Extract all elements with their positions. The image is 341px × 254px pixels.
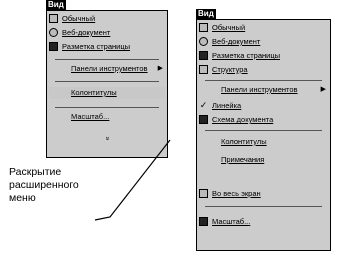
right-menu-title[interactable]: Вид bbox=[196, 9, 216, 19]
right-menu-item-fullscreen[interactable]: Во весь экран bbox=[199, 188, 328, 200]
left-menu-item-zoom[interactable]: Масштаб... bbox=[49, 111, 165, 123]
expand-menu-chevron-icon[interactable]: » bbox=[103, 137, 110, 141]
right-menu-item-ruler[interactable]: ✓ Линейка bbox=[199, 100, 328, 112]
right-menu-item-label: Веб-документ bbox=[212, 37, 261, 46]
separator bbox=[205, 80, 322, 81]
right-menu-item-structure[interactable]: Структура bbox=[199, 64, 328, 76]
left-menu-title-label: Вид bbox=[48, 0, 64, 9]
page-icon bbox=[49, 14, 58, 23]
left-menu-item-label: Разметка страницы bbox=[62, 42, 131, 51]
left-menu-title[interactable]: Вид bbox=[46, 0, 66, 10]
right-menu-item-layout[interactable]: Разметка страницы bbox=[199, 50, 328, 62]
layout-icon bbox=[199, 51, 208, 60]
right-menu-item-notes[interactable]: Примечания bbox=[199, 154, 328, 166]
page-icon bbox=[199, 23, 208, 32]
left-menu-item-label: Колонтитулы bbox=[71, 88, 117, 97]
right-menu-item-label: Примечания bbox=[221, 155, 265, 164]
right-menu-item-zoom[interactable]: Масштаб... bbox=[199, 216, 328, 228]
structure-icon bbox=[199, 65, 208, 74]
right-menu-item-web[interactable]: Веб-документ bbox=[199, 36, 328, 48]
right-menu-item-label: Структура bbox=[212, 65, 248, 74]
web-icon bbox=[199, 37, 208, 46]
submenu-arrow-icon: ▶ bbox=[320, 86, 326, 93]
caption-line-1: Раскрытие bbox=[9, 166, 62, 178]
fullscreen-icon bbox=[199, 189, 208, 198]
layout-icon bbox=[49, 42, 58, 51]
left-menu-item-label: Масштаб... bbox=[71, 112, 110, 121]
right-menu-item-label: Во весь экран bbox=[212, 189, 261, 198]
caption-line-2: расширенного bbox=[9, 179, 79, 191]
right-menu-item-label: Линейка bbox=[212, 101, 242, 110]
right-menu-item-label: Панели инструментов bbox=[221, 85, 298, 94]
left-menu-item-label: Панели инструментов bbox=[71, 64, 148, 73]
callout-caption: Раскрытие расширенного меню bbox=[9, 166, 119, 205]
right-menu-item-label: Колонтитулы bbox=[221, 137, 267, 146]
right-menu-item-label: Масштаб... bbox=[212, 217, 251, 226]
left-menu-item-normal[interactable]: Обычный bbox=[49, 13, 165, 25]
caption-line-3: меню bbox=[9, 192, 36, 204]
right-menu-item-normal[interactable]: Обычный bbox=[199, 22, 328, 34]
right-view-menu: Обычный Веб-документ Разметка страницы С… bbox=[196, 19, 331, 251]
right-menu-item-label: Обычный bbox=[212, 23, 246, 32]
right-menu-item-docmap[interactable]: Схема документа bbox=[199, 114, 328, 126]
right-menu-item-label: Разметка страницы bbox=[212, 51, 281, 60]
submenu-arrow-icon: ▶ bbox=[157, 65, 163, 72]
right-menu-item-label: Схема документа bbox=[212, 115, 274, 124]
left-menu-item-web[interactable]: Веб-документ bbox=[49, 27, 165, 39]
web-icon bbox=[49, 28, 58, 37]
map-icon bbox=[199, 115, 208, 124]
left-menu-item-headers[interactable]: Колонтитулы bbox=[49, 87, 165, 99]
separator bbox=[55, 107, 159, 108]
left-menu-item-label: Обычный bbox=[62, 14, 96, 23]
right-menu-item-toolbars[interactable]: Панели инструментов ▶ bbox=[199, 84, 328, 96]
separator bbox=[55, 59, 159, 60]
right-menu-item-headers[interactable]: Колонтитулы bbox=[199, 136, 328, 148]
left-menu-item-label: Веб-документ bbox=[62, 28, 111, 37]
check-icon: ✓ bbox=[199, 100, 208, 110]
left-view-menu: Обычный Веб-документ Разметка страницы П… bbox=[46, 10, 168, 158]
separator bbox=[205, 206, 322, 207]
zoom-icon bbox=[199, 217, 208, 226]
separator bbox=[205, 130, 322, 131]
separator bbox=[55, 81, 159, 82]
right-menu-title-label: Вид bbox=[198, 9, 214, 18]
left-menu-item-layout[interactable]: Разметка страницы bbox=[49, 41, 165, 53]
left-menu-item-toolbars[interactable]: Панели инструментов ▶ bbox=[49, 63, 165, 75]
